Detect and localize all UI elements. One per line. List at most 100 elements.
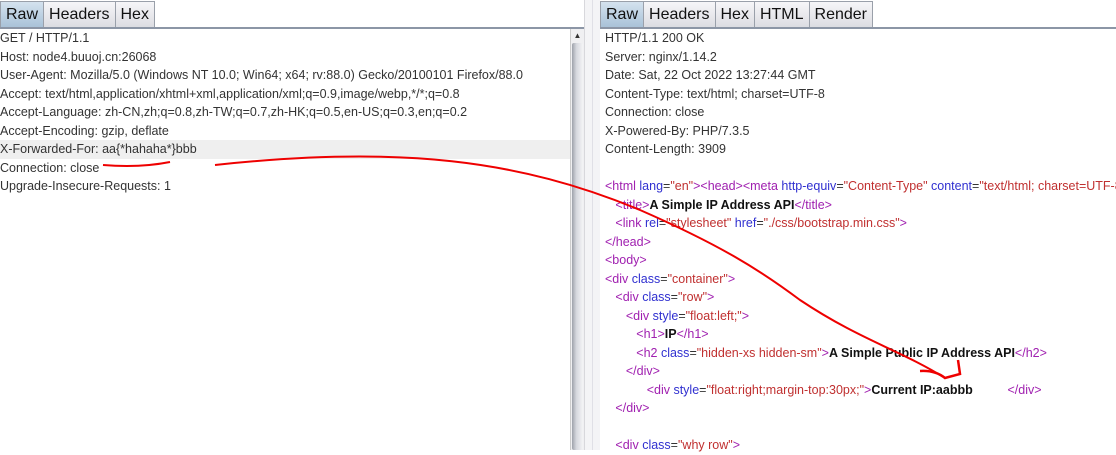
tab-headers[interactable]: Headers: [44, 1, 116, 27]
html-token-tag: </h2>: [1014, 345, 1047, 360]
html-token-plain: =: [689, 345, 697, 360]
tab-render[interactable]: Render: [809, 1, 873, 27]
html-token-tag: <html: [605, 179, 640, 193]
html-token-tag: <link: [615, 216, 645, 230]
html-token-tag: >: [899, 216, 907, 230]
response-body-line: <div class="container">: [600, 270, 1116, 289]
response-body-line: <link rel="stylesheet" href="./css/boots…: [600, 214, 1116, 233]
response-tabs: Raw Headers Hex HTML Render: [600, 0, 1116, 29]
response-body-line: </div>: [600, 399, 1116, 418]
response-viewer[interactable]: HTTP/1.1 200 OK Server: nginx/1.14.2 Date:…: [600, 29, 1116, 452]
html-token-plain: =: [756, 216, 764, 230]
html-token-attr: http-equiv: [781, 179, 837, 193]
html-token-tag: <body>: [605, 253, 647, 267]
html-token-plain: [605, 216, 615, 230]
request-line: GET / HTTP/1.1: [0, 31, 90, 45]
response-header-line: Server: nginx/1.14.2: [605, 49, 717, 64]
html-token-plain: =: [670, 290, 678, 304]
request-line: Connection: close: [0, 160, 100, 175]
html-token-txt: IP: [664, 327, 677, 341]
html-token-val: "en": [670, 179, 694, 193]
html-token-tag: >: [707, 290, 715, 304]
tab-raw[interactable]: Raw: [600, 1, 645, 27]
html-token-txt: A Simple Public IP Address API: [828, 345, 1015, 360]
tab-headers[interactable]: Headers: [644, 1, 716, 27]
html-token-plain: [605, 198, 615, 212]
response-body-line: <h2 class="hidden-xs hidden-sm">A Simple…: [600, 344, 1116, 363]
scroll-thumb[interactable]: [572, 43, 583, 450]
html-token-tag: >: [741, 308, 750, 323]
html-token-tag: </head>: [605, 234, 651, 249]
html-token-attr: style: [673, 382, 700, 397]
html-token-plain: =: [836, 179, 844, 193]
html-token-plain: [605, 401, 615, 415]
html-token-plain: [605, 309, 626, 323]
tab-hex[interactable]: Hex: [115, 1, 155, 27]
html-token-attr: class: [631, 271, 661, 286]
response-body-line: <body>: [600, 251, 1116, 270]
html-token-tag: <div: [625, 308, 653, 323]
response-body-line: <h1>IP</h1>: [600, 325, 1116, 344]
html-token-plain: [605, 290, 615, 304]
html-token-tag: </div>: [625, 364, 660, 378]
response-body-line: <div style="float:left;">: [600, 307, 1116, 326]
html-token-plain: [605, 346, 636, 360]
request-pane: Raw Headers Hex GET / HTTP/1.1 Host: node4.…: [0, 0, 584, 450]
html-token-tag: <div: [615, 290, 643, 304]
tab-html[interactable]: HTML: [754, 1, 810, 27]
response-body-line: <div style="float:right;margin-top:30px;…: [600, 381, 1116, 400]
response-body-line: <div class="why row">: [600, 436, 1116, 455]
html-token-tag: <div: [605, 271, 632, 286]
html-token-val: "text/html; charset=UTF-8": [979, 179, 1116, 193]
html-token-val: "Content-Type": [843, 179, 928, 193]
html-token-tag: </h1>: [676, 327, 709, 341]
request-line: Host: node4.buuoj.cn:26068: [0, 49, 157, 64]
scroll-up-arrow-icon[interactable]: ▲: [571, 29, 584, 42]
response-header-line: Content-Type: text/html; charset=UTF-8: [605, 86, 825, 101]
html-token-val: "stylesheet": [666, 216, 732, 230]
response-pane: Raw Headers Hex HTML Render HTTP/1.1 200 OK S…: [600, 0, 1116, 452]
response-body-line: [600, 418, 1116, 437]
html-token-txt: A Simple IP Address API: [649, 197, 795, 212]
request-line: X-Forwarded-For: aa{*hahaha*}bbb: [0, 140, 584, 159]
tab-raw[interactable]: Raw: [0, 1, 45, 27]
request-line: Upgrade-Insecure-Requests: 1: [0, 179, 171, 193]
response-body-line: <html lang="en"><head><meta http-equiv="…: [600, 177, 1116, 196]
html-token-tag: >: [727, 271, 736, 286]
html-token-txt: Current IP:aabbb: [871, 382, 973, 397]
request-line: Accept: text/html,application/xhtml+xml,…: [0, 86, 460, 101]
html-token-attr: content: [927, 179, 973, 193]
html-token-plain: [605, 383, 647, 397]
request-line: Accept-Encoding: gzip, deflate: [0, 123, 169, 138]
response-body-line: </head>: [600, 233, 1116, 252]
response-header-line: Content-Length: 3909: [605, 142, 726, 156]
html-token-attr: lang: [639, 179, 664, 193]
html-token-tag: <div: [646, 382, 674, 397]
html-token-val: "float:left;": [685, 308, 742, 323]
html-token-attr: class: [660, 345, 690, 360]
html-token-val: "./css/bootstrap.min.css": [763, 216, 900, 230]
request-tabs: Raw Headers Hex: [0, 0, 584, 29]
html-token-attr: rel: [644, 216, 659, 230]
html-token-tag: <h2: [636, 345, 661, 360]
html-token-tag: </div>: [1007, 382, 1042, 397]
html-token-attr: href: [731, 216, 757, 230]
html-token-tag: >: [821, 345, 829, 360]
html-token-plain: =: [678, 308, 686, 323]
response-body-line: <title>A Simple IP Address API</title>: [600, 196, 1116, 215]
html-token-tag: ><head><meta: [693, 179, 782, 193]
request-scrollbar[interactable]: ▲: [570, 29, 584, 450]
response-header-line: HTTP/1.1 200 OK: [605, 31, 705, 45]
html-token-plain: =: [660, 271, 668, 286]
tab-hex[interactable]: Hex: [715, 1, 755, 27]
html-token-tag: <title>: [615, 197, 650, 212]
response-header-line: [600, 159, 1116, 178]
html-token-val: "float:right;margin-top:30px;": [706, 382, 865, 397]
request-line: User-Agent: Mozilla/5.0 (Windows NT 10.0…: [0, 68, 523, 82]
html-token-tag: </title>: [794, 197, 832, 212]
html-token-attr: style: [652, 308, 679, 323]
html-token-plain: [605, 364, 626, 378]
request-editor[interactable]: GET / HTTP/1.1 Host: node4.buuoj.cn:26068…: [0, 29, 584, 450]
response-header-line: Date: Sat, 22 Oct 2022 13:27:44 GMT: [605, 68, 816, 82]
pane-splitter[interactable]: [584, 0, 601, 450]
